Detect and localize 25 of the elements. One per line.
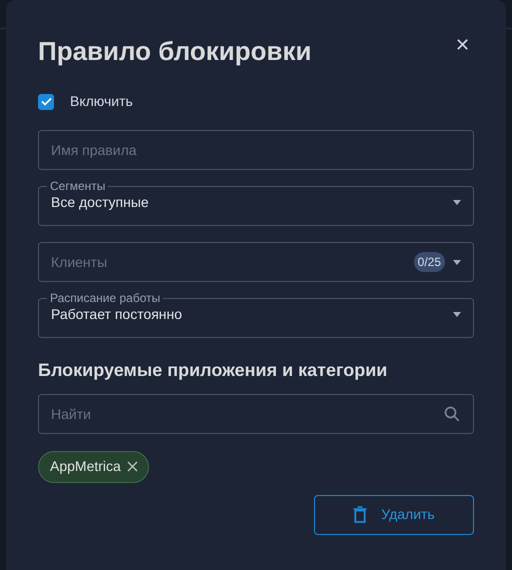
- enable-checkbox[interactable]: [38, 94, 54, 110]
- check-icon: [40, 97, 52, 106]
- remove-icon[interactable]: [126, 461, 138, 472]
- section-heading: Блокируемые приложения и категории: [38, 360, 388, 382]
- field-value: Все доступные: [51, 193, 150, 212]
- select-field[interactable]: Расписание работы Работает постоянно: [38, 292, 474, 338]
- select-field[interactable]: Сегменты Все доступные: [38, 180, 474, 226]
- field-label: Расписание работы: [49, 292, 162, 304]
- search-field[interactable]: Найти: [38, 394, 474, 434]
- caret-icon: [453, 312, 461, 318]
- app-tag[interactable]: AppMetrica: [38, 450, 149, 483]
- enable-label: Включить: [70, 92, 133, 112]
- clients-select[interactable]: Клиенты 0/25: [38, 242, 474, 282]
- field-placeholder: Имя правила: [51, 140, 137, 160]
- caret-icon: [453, 200, 461, 206]
- delete-button[interactable]: Удалить: [314, 494, 474, 535]
- field-label: Сегменты: [49, 180, 106, 192]
- close-button[interactable]: ✕: [451, 36, 474, 54]
- dialog-title: Правило блокировки: [38, 36, 312, 68]
- field-placeholder: Клиенты: [51, 252, 108, 272]
- search-icon: [444, 406, 460, 422]
- field-value: Работает постоянно: [51, 305, 184, 324]
- trash-icon: [353, 506, 368, 524]
- caret-icon: [453, 260, 461, 265]
- count-badge: 0/25: [414, 252, 445, 272]
